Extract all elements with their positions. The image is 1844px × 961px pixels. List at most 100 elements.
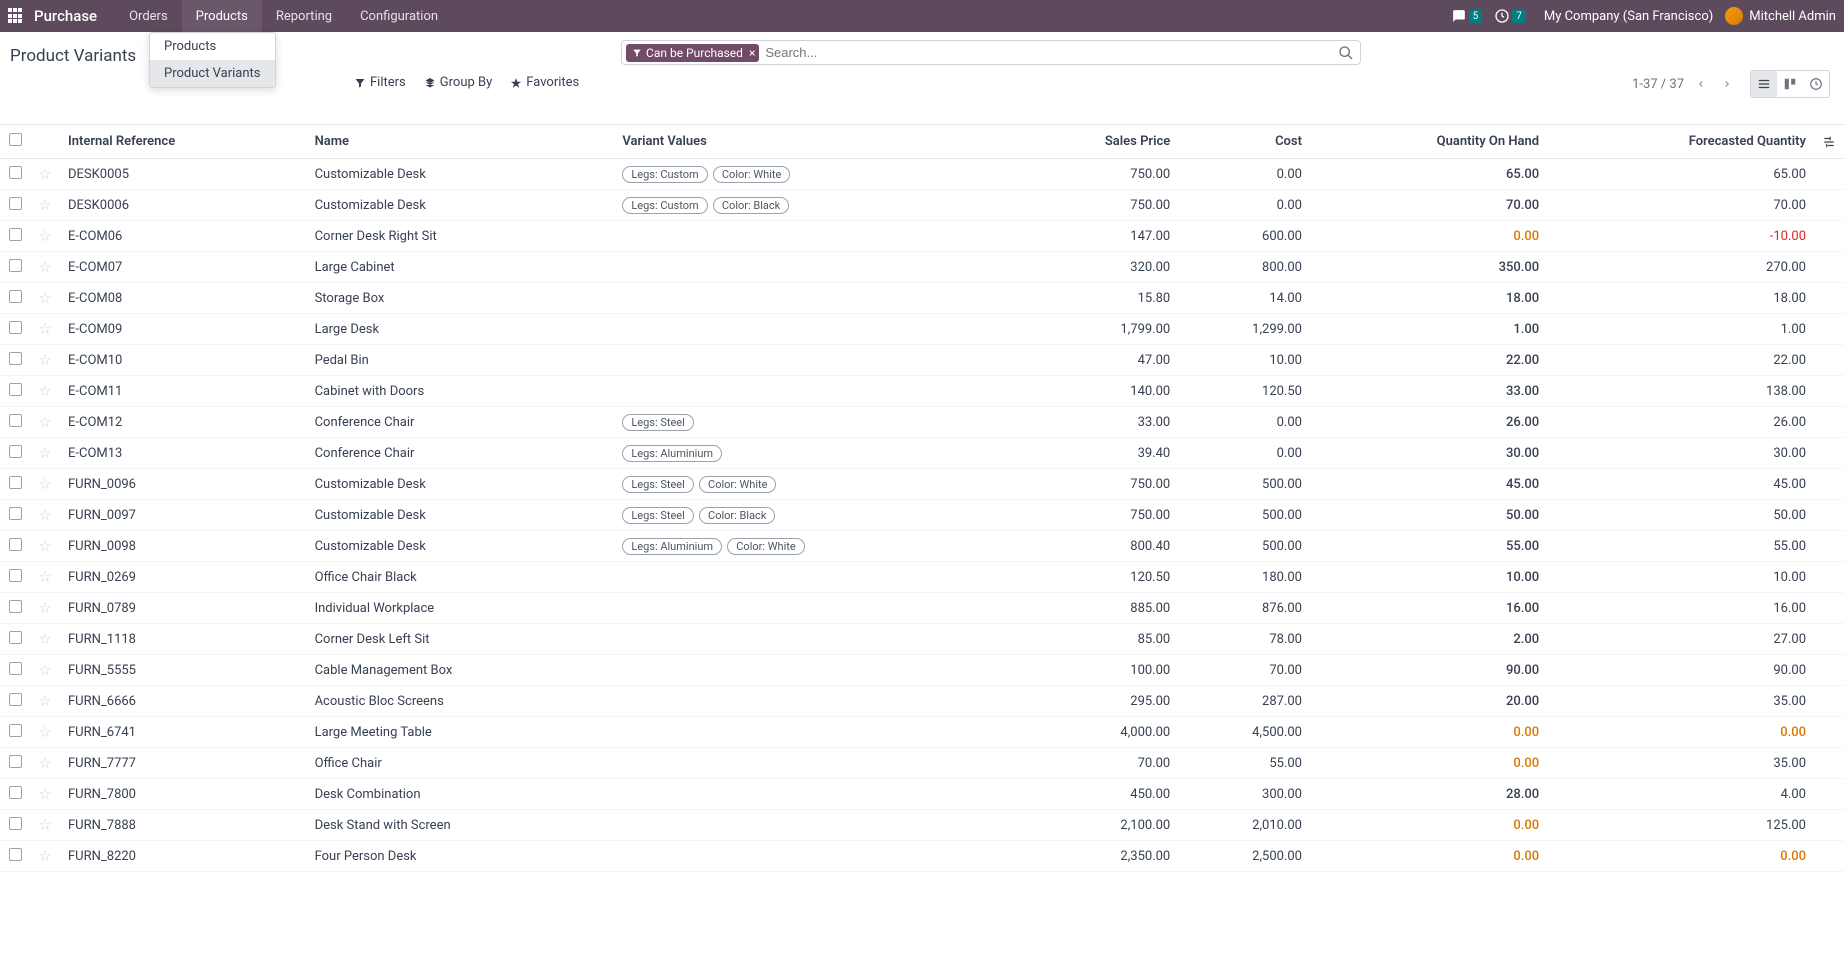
row-checkbox[interactable] (9, 662, 22, 675)
favorite-star[interactable]: ☆ (38, 413, 51, 431)
filters-button[interactable]: Filters (354, 75, 406, 90)
favorite-star[interactable]: ☆ (38, 165, 51, 183)
table-row[interactable]: ☆E-COM09Large Desk1,799.001,299.001.001.… (0, 314, 1844, 345)
favorite-star[interactable]: ☆ (38, 475, 51, 493)
row-checkbox[interactable] (9, 786, 22, 799)
col-variant-values[interactable]: Variant Values (614, 125, 1015, 159)
table-row[interactable]: ☆FURN_8220Four Person Desk2,350.002,500.… (0, 841, 1844, 872)
favorite-star[interactable]: ☆ (38, 599, 51, 617)
favorite-star[interactable]: ☆ (38, 382, 51, 400)
favorite-star[interactable]: ☆ (38, 816, 51, 834)
table-row[interactable]: ☆FURN_0096Customizable DeskLegs: Steel C… (0, 469, 1844, 500)
view-activity[interactable] (1803, 71, 1829, 97)
view-list[interactable] (1751, 71, 1777, 97)
row-checkbox[interactable] (9, 476, 22, 489)
table-row[interactable]: ☆FURN_0097Customizable DeskLegs: Steel C… (0, 500, 1844, 531)
dropdown-item-product-variants[interactable]: Product Variants (150, 60, 275, 87)
row-checkbox[interactable] (9, 724, 22, 737)
search-facet[interactable]: Can be Purchased × (626, 44, 759, 62)
pager-prev[interactable] (1692, 77, 1710, 91)
table-row[interactable]: ☆E-COM06Corner Desk Right Sit147.00600.0… (0, 221, 1844, 252)
view-kanban[interactable] (1777, 71, 1803, 97)
table-row[interactable]: ☆FURN_0269Office Chair Black120.50180.00… (0, 562, 1844, 593)
optional-columns-button[interactable] (1822, 135, 1836, 149)
table-row[interactable]: ☆FURN_7800Desk Combination450.00300.0028… (0, 779, 1844, 810)
table-row[interactable]: ☆FURN_1118Corner Desk Left Sit85.0078.00… (0, 624, 1844, 655)
nav-products[interactable]: Products (182, 0, 262, 32)
col-name[interactable]: Name (307, 125, 615, 159)
favorite-star[interactable]: ☆ (38, 258, 51, 276)
col-sales-price[interactable]: Sales Price (1015, 125, 1178, 159)
table-row[interactable]: ☆FURN_6741Large Meeting Table4,000.004,5… (0, 717, 1844, 748)
table-row[interactable]: ☆FURN_0098Customizable DeskLegs: Alumini… (0, 531, 1844, 562)
favorite-star[interactable]: ☆ (38, 537, 51, 555)
row-checkbox[interactable] (9, 538, 22, 551)
nav-configuration[interactable]: Configuration (346, 0, 452, 32)
facet-remove[interactable]: × (749, 46, 755, 60)
table-row[interactable]: ☆FURN_0789Individual Workplace885.00876.… (0, 593, 1844, 624)
favorite-star[interactable]: ☆ (38, 723, 51, 741)
favorite-star[interactable]: ☆ (38, 196, 51, 214)
row-checkbox[interactable] (9, 228, 22, 241)
col-qty-on-hand[interactable]: Quantity On Hand (1310, 125, 1547, 159)
row-checkbox[interactable] (9, 600, 22, 613)
col-cost[interactable]: Cost (1178, 125, 1310, 159)
favorite-star[interactable]: ☆ (38, 568, 51, 586)
nav-orders[interactable]: Orders (115, 0, 182, 32)
table-row[interactable]: ☆FURN_7888Desk Stand with Screen2,100.00… (0, 810, 1844, 841)
dropdown-item-products[interactable]: Products (150, 33, 275, 60)
pager-next[interactable] (1718, 77, 1736, 91)
row-checkbox[interactable] (9, 693, 22, 706)
row-checkbox[interactable] (9, 383, 22, 396)
table-row[interactable]: ☆E-COM11Cabinet with Doors140.00120.5033… (0, 376, 1844, 407)
favorite-star[interactable]: ☆ (38, 227, 51, 245)
favorite-star[interactable]: ☆ (38, 847, 51, 865)
search-box[interactable]: Can be Purchased × (621, 40, 1361, 65)
table-row[interactable]: ☆E-COM07Large Cabinet320.00800.00350.002… (0, 252, 1844, 283)
pager-range[interactable]: 1-37 / 37 (1632, 77, 1684, 92)
favorite-star[interactable]: ☆ (38, 630, 51, 648)
table-row[interactable]: ☆E-COM13Conference ChairLegs: Aluminium3… (0, 438, 1844, 469)
col-forecasted[interactable]: Forecasted Quantity (1547, 125, 1814, 159)
favorites-button[interactable]: Favorites (510, 75, 579, 90)
table-row[interactable]: ☆DESK0005Customizable DeskLegs: Custom C… (0, 159, 1844, 190)
row-checkbox[interactable] (9, 321, 22, 334)
favorite-star[interactable]: ☆ (38, 692, 51, 710)
row-checkbox[interactable] (9, 259, 22, 272)
favorite-star[interactable]: ☆ (38, 506, 51, 524)
favorite-star[interactable]: ☆ (38, 289, 51, 307)
favorite-star[interactable]: ☆ (38, 351, 51, 369)
activities-button[interactable]: 7 (1494, 8, 1526, 24)
table-row[interactable]: ☆FURN_6666Acoustic Bloc Screens295.00287… (0, 686, 1844, 717)
table-row[interactable]: ☆E-COM08Storage Box15.8014.0018.0018.00 (0, 283, 1844, 314)
row-checkbox[interactable] (9, 445, 22, 458)
search-input[interactable] (759, 43, 1338, 62)
row-checkbox[interactable] (9, 848, 22, 861)
app-name[interactable]: Purchase (34, 7, 97, 25)
favorite-star[interactable]: ☆ (38, 661, 51, 679)
apps-icon[interactable] (8, 8, 24, 24)
table-row[interactable]: ☆DESK0006Customizable DeskLegs: Custom C… (0, 190, 1844, 221)
table-row[interactable]: ☆E-COM10Pedal Bin47.0010.0022.0022.00 (0, 345, 1844, 376)
favorite-star[interactable]: ☆ (38, 320, 51, 338)
favorite-star[interactable]: ☆ (38, 444, 51, 462)
table-row[interactable]: ☆FURN_7777Office Chair70.0055.000.0035.0… (0, 748, 1844, 779)
nav-reporting[interactable]: Reporting (262, 0, 346, 32)
table-row[interactable]: ☆FURN_5555Cable Management Box100.0070.0… (0, 655, 1844, 686)
row-checkbox[interactable] (9, 631, 22, 644)
select-all-checkbox[interactable] (9, 133, 22, 146)
row-checkbox[interactable] (9, 569, 22, 582)
row-checkbox[interactable] (9, 414, 22, 427)
row-checkbox[interactable] (9, 166, 22, 179)
row-checkbox[interactable] (9, 755, 22, 768)
favorite-star[interactable]: ☆ (38, 785, 51, 803)
messages-button[interactable]: 5 (1451, 9, 1483, 23)
favorite-star[interactable]: ☆ (38, 754, 51, 772)
row-checkbox[interactable] (9, 290, 22, 303)
user-menu[interactable]: Mitchell Admin (1725, 7, 1836, 25)
search-button[interactable] (1338, 45, 1356, 61)
table-row[interactable]: ☆E-COM12Conference ChairLegs: Steel33.00… (0, 407, 1844, 438)
company-selector[interactable]: My Company (San Francisco) (1544, 9, 1713, 24)
row-checkbox[interactable] (9, 197, 22, 210)
row-checkbox[interactable] (9, 817, 22, 830)
